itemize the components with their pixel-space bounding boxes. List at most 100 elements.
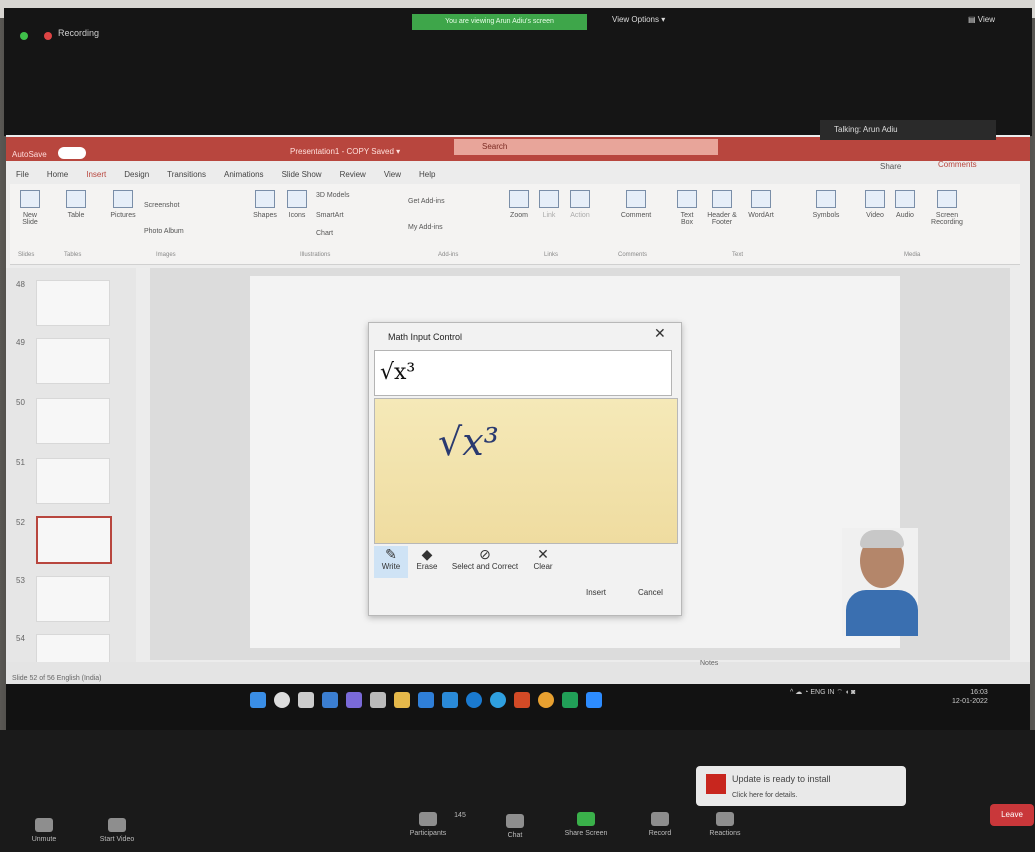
screen-recording-label: Screen Recording — [931, 212, 963, 226]
audio-button[interactable]: Audio — [892, 190, 918, 219]
icons-label: Icons — [288, 212, 306, 219]
math-preview-box — [374, 350, 672, 396]
insert-ribbon: New Slide Table Pictures Screenshot Phot… — [10, 184, 1020, 265]
video-button[interactable]: Video — [862, 190, 888, 219]
powerpoint-status-bar — [6, 662, 1030, 684]
write-tool-button[interactable]: ✎ Write — [374, 546, 408, 578]
text-box-button[interactable]: Text Box — [674, 190, 700, 226]
search-input[interactable]: Search — [454, 139, 718, 155]
mail-icon[interactable] — [418, 692, 434, 708]
eraser-icon: ◆ — [421, 546, 433, 562]
cortana-icon[interactable] — [466, 692, 482, 708]
autosave-toggle[interactable] — [58, 147, 86, 159]
slide-thumbnail[interactable] — [36, 576, 110, 622]
pictures-button[interactable]: Pictures — [108, 190, 138, 219]
zoom-label: Zoom — [510, 212, 528, 219]
comment-button[interactable]: Comment — [614, 190, 658, 219]
screenshot-button[interactable]: Screenshot — [144, 202, 204, 209]
slide-thumbnail-selected[interactable] — [36, 516, 112, 564]
get-addins-button[interactable]: Get Add-ins — [408, 198, 445, 205]
edge-icon[interactable] — [490, 692, 506, 708]
3d-models-button[interactable]: 3D Models — [316, 192, 349, 199]
clock[interactable]: 16:03 12-01-2022 — [952, 688, 988, 706]
share-button[interactable]: Share — [880, 162, 901, 171]
slide-thumbnail[interactable] — [36, 398, 110, 444]
record-button[interactable]: Record — [640, 812, 680, 837]
action-icon — [570, 190, 590, 208]
header-footer-button[interactable]: Header & Footer — [704, 190, 740, 226]
notes-button[interactable]: Notes — [700, 660, 718, 667]
taskbar-apps — [250, 692, 602, 708]
participants-icon — [419, 812, 437, 826]
slide-thumbnail[interactable] — [36, 280, 110, 326]
presenter-hair — [860, 530, 904, 548]
link-button[interactable]: Link — [536, 190, 562, 219]
participants-count: 145 — [454, 812, 466, 819]
start-video-label: Start Video — [99, 836, 135, 843]
todo-icon[interactable] — [442, 692, 458, 708]
comments-button[interactable]: Comments — [938, 160, 977, 169]
zoom-icon — [509, 190, 529, 208]
leave-button[interactable]: Leave — [990, 804, 1034, 826]
shapes-button[interactable]: Shapes — [250, 190, 280, 219]
x-icon: ✕ — [537, 546, 549, 562]
table-icon — [66, 190, 86, 208]
chart-button[interactable]: Chart — [316, 230, 333, 237]
wordart-button[interactable]: WordArt — [744, 190, 778, 219]
share-screen-button[interactable]: Share Screen — [556, 812, 616, 837]
screen-recording-icon — [937, 190, 957, 208]
omega-icon — [816, 190, 836, 208]
zoom-icon[interactable] — [586, 692, 602, 708]
system-tray[interactable]: ^ ☁ ◔ ENG IN ⌔ ◖ ◙ — [790, 688, 855, 697]
handwriting-area[interactable] — [374, 398, 678, 544]
view-options-button[interactable]: View Options ▾ — [612, 15, 665, 24]
close-icon[interactable]: ✕ — [654, 325, 666, 342]
smartart-button[interactable]: SmartArt — [316, 212, 344, 219]
video-label: Video — [866, 212, 884, 219]
start-video-button[interactable]: Start Video — [92, 818, 142, 843]
unmute-button[interactable]: Unmute — [24, 818, 64, 843]
shield-icon — [20, 32, 28, 40]
group-links: Links — [544, 252, 559, 258]
teams-icon[interactable] — [346, 692, 362, 708]
link-label: Link — [542, 212, 556, 219]
slide-thumbnail[interactable] — [36, 338, 110, 384]
symbols-button[interactable]: Symbols — [808, 190, 844, 219]
participants-button[interactable]: Participants — [400, 812, 456, 837]
search-icon[interactable] — [274, 692, 290, 708]
erase-label: Erase — [416, 562, 438, 571]
new-slide-button[interactable]: New Slide — [16, 190, 44, 226]
task-view-icon[interactable] — [298, 692, 314, 708]
chat-button[interactable]: Chat — [498, 814, 532, 839]
icons-icon — [287, 190, 307, 208]
photo-album-button[interactable]: Photo Album — [144, 228, 224, 235]
table-button[interactable]: Table — [62, 190, 90, 219]
cancel-button[interactable]: Cancel — [638, 588, 663, 597]
action-button[interactable]: Action — [566, 190, 594, 219]
update-notification[interactable] — [696, 766, 906, 806]
reactions-button[interactable]: Reactions — [700, 812, 750, 837]
file-explorer-icon[interactable] — [394, 692, 410, 708]
header-footer-label: Header & Footer — [707, 212, 737, 226]
clear-tool-button[interactable]: ✕ Clear — [528, 546, 558, 571]
select-correct-tool-button[interactable]: ⊘ Select and Correct — [446, 546, 524, 571]
widgets-icon[interactable] — [322, 692, 338, 708]
screen-recording-button[interactable]: Screen Recording — [924, 190, 970, 226]
app-icon[interactable] — [370, 692, 386, 708]
math-preview-expression: √x³ — [380, 360, 416, 385]
slide-number: 54 — [16, 634, 25, 643]
insert-button[interactable]: Insert — [586, 588, 606, 597]
zoom-button[interactable]: Zoom — [506, 190, 532, 219]
erase-tool-button[interactable]: ◆ Erase — [412, 546, 442, 571]
view-button[interactable]: ▤ View — [968, 15, 995, 24]
slide-thumbnail[interactable] — [36, 458, 110, 504]
icons-button[interactable]: Icons — [284, 190, 310, 219]
excel-icon[interactable] — [562, 692, 578, 708]
chrome-icon[interactable] — [538, 692, 554, 708]
my-addins-button[interactable]: My Add-ins — [408, 224, 443, 231]
group-slides: Slides — [18, 252, 35, 258]
notification-subtitle: Click here for details. — [732, 792, 798, 799]
start-icon[interactable] — [250, 692, 266, 708]
powerpoint-icon[interactable] — [514, 692, 530, 708]
microphone-icon — [35, 818, 53, 832]
